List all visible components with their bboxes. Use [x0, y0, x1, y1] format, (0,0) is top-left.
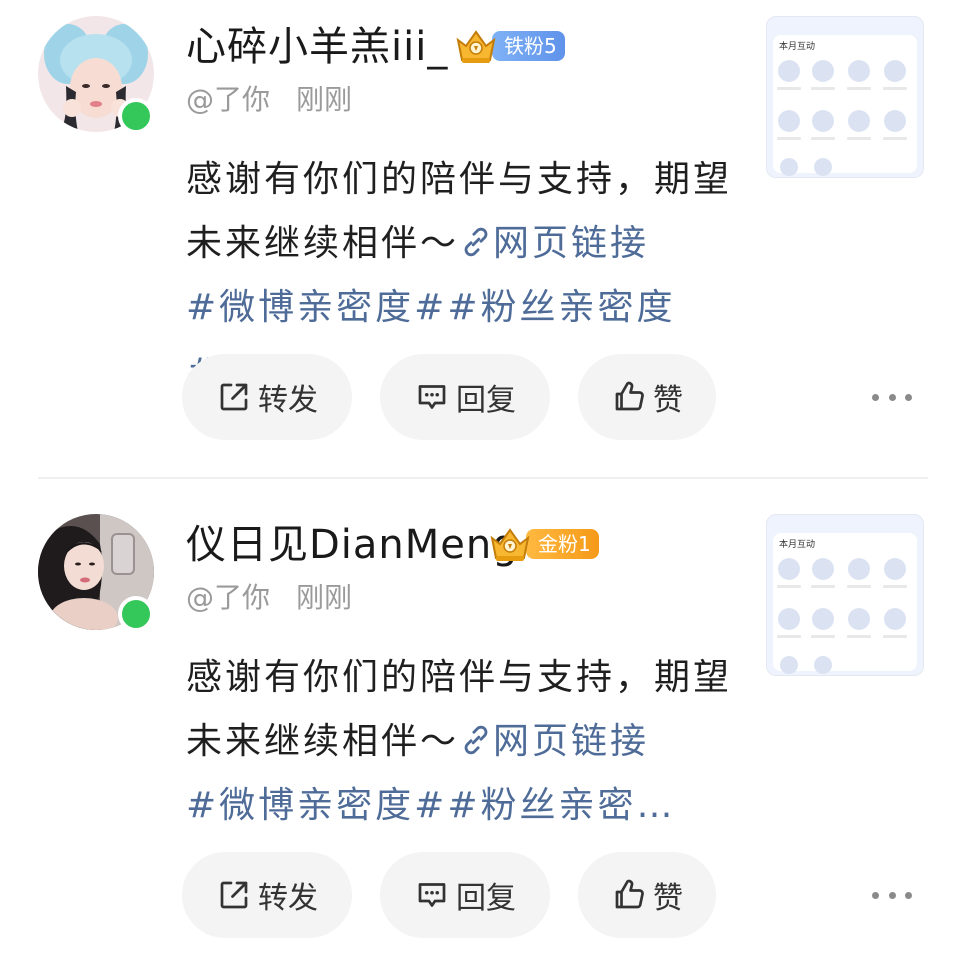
web-link-text: 网页链接 [493, 721, 650, 762]
fan-badge-label: 金粉1 [526, 529, 599, 559]
repost-button[interactable]: 转发 [182, 852, 352, 938]
source-label: @了你 [186, 581, 271, 614]
reply-label: 回复 [456, 881, 516, 916]
fan-badge-label: 铁粉5 [492, 31, 565, 61]
fan-badge[interactable]: 金粉1 [488, 526, 599, 562]
more-options-button[interactable] [872, 878, 912, 912]
thumbnail-title: 本月互动 [779, 538, 815, 550]
repost-icon [220, 383, 248, 411]
post-meta: @了你 刚刚 [186, 578, 352, 618]
action-bar: 转发 回复 赞 [182, 852, 922, 938]
crown-badge-icon [456, 30, 496, 63]
text-ellipsis: … [636, 785, 676, 826]
thumbnail-image: 本月互动 [767, 17, 923, 177]
more-dot-icon [872, 393, 879, 401]
web-link[interactable]: 网页链接 [459, 721, 649, 762]
like-label: 赞 [653, 383, 683, 418]
thumbs-up-icon [615, 381, 644, 411]
post-thumbnail[interactable]: 本月互动 [766, 514, 924, 676]
repost-label: 转发 [258, 383, 318, 418]
web-link[interactable]: 网页链接 [459, 223, 649, 264]
crown-badge-icon [490, 528, 530, 561]
like-button[interactable]: 赞 [578, 354, 716, 440]
feed: 心碎小羊羔iii_ 铁粉5 @了你 刚刚 感谢有你们的陪伴与支持，期望未来继续相伴… [0, 0, 960, 968]
source-label: @了你 [186, 83, 271, 116]
link-icon [464, 725, 488, 755]
post-meta: @了你 刚刚 [186, 80, 352, 120]
web-link-text: 网页链接 [493, 223, 650, 264]
post[interactable]: 仪日见DianMeng 金粉1 @了你 刚刚 感谢有你们的陪伴与支持，期望未来继续… [0, 498, 960, 976]
link-icon [464, 227, 488, 257]
post-content[interactable]: 感谢有你们的陪伴与支持，期望未来继续相伴～ 网页链接 #微博亲密度##粉丝亲密… [186, 646, 746, 838]
post[interactable]: 心碎小羊羔iii_ 铁粉5 @了你 刚刚 感谢有你们的陪伴与支持，期望未来继续相伴… [0, 0, 960, 479]
username[interactable]: 心碎小羊羔iii_ [186, 22, 448, 72]
reply-label: 回复 [456, 383, 516, 418]
action-bar: 转发 回复 赞 [182, 354, 922, 440]
thumbnail-title: 本月互动 [779, 40, 815, 52]
reply-button[interactable]: 回复 [380, 852, 550, 938]
more-options-button[interactable] [872, 380, 912, 414]
more-dot-icon [905, 393, 912, 401]
username[interactable]: 仪日见DianMeng [186, 520, 519, 570]
thumbnail-image: 本月互动 [767, 515, 923, 675]
comment-icon [418, 883, 446, 907]
hashtags[interactable]: #微博亲密度##粉丝亲密 [186, 785, 637, 826]
repost-label: 转发 [258, 881, 318, 916]
like-button[interactable]: 赞 [578, 852, 716, 938]
repost-icon [220, 881, 248, 909]
repost-button[interactable]: 转发 [182, 354, 352, 440]
post-divider [38, 477, 928, 479]
reply-button[interactable]: 回复 [380, 354, 550, 440]
more-dot-icon [905, 891, 912, 899]
post-time: 刚刚 [296, 83, 353, 116]
like-label: 赞 [653, 881, 683, 916]
more-dot-icon [888, 891, 896, 899]
online-status-dot [118, 98, 154, 134]
thumbs-up-icon [615, 879, 644, 909]
post-time: 刚刚 [296, 581, 353, 614]
online-status-dot [118, 596, 154, 632]
comment-icon [418, 385, 446, 409]
more-dot-icon [888, 393, 896, 401]
fan-badge[interactable]: 铁粉5 [454, 28, 565, 64]
post-thumbnail[interactable]: 本月互动 [766, 16, 924, 178]
more-dot-icon [872, 891, 879, 899]
